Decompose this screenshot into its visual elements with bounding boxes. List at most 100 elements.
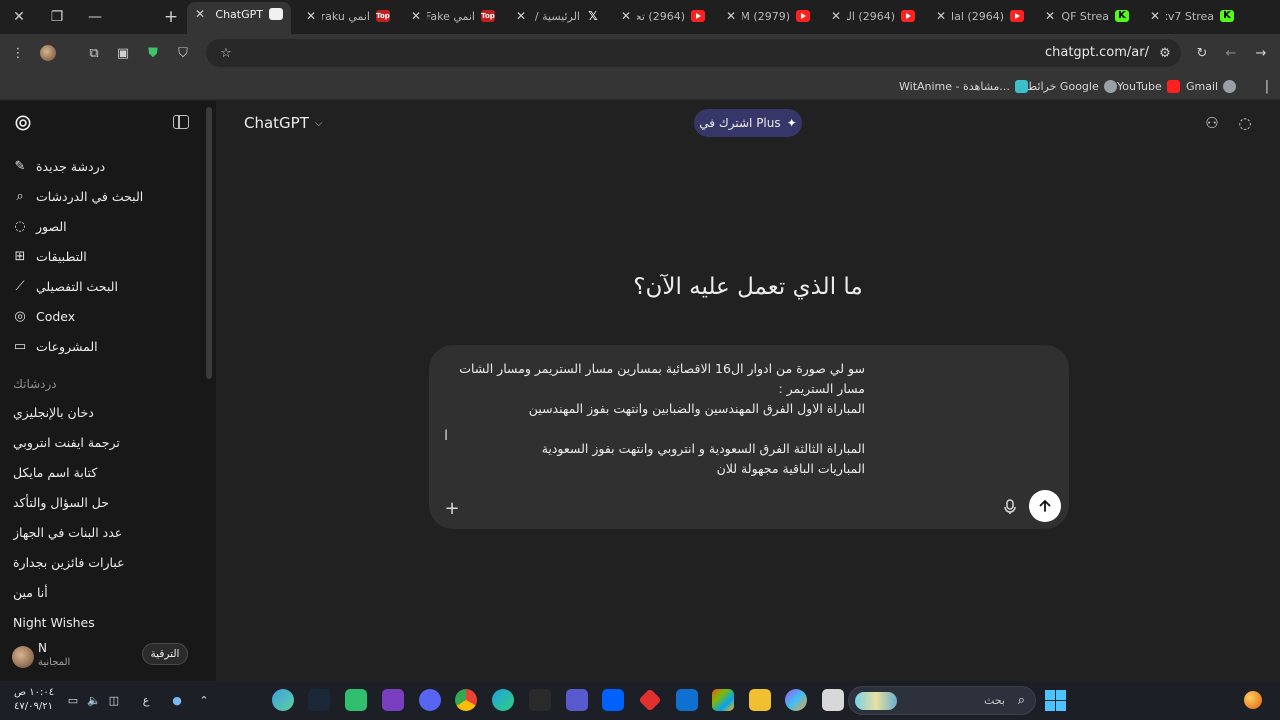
file-explorer-icon[interactable] [749,689,771,711]
tab-kick-1[interactable]: ✕ viiQF Strea K [1037,4,1137,30]
chat-item[interactable]: حل السؤال والتأكد [13,490,203,516]
prompt-input[interactable]: سو لي صورة من ادوار ال16 الاقصائية بمسار… [445,359,865,479]
bookmarks-overflow-icon[interactable]: | [1257,76,1277,96]
copilot-icon[interactable] [785,689,807,711]
network-icon[interactable]: ◫ [107,693,121,707]
chat-item[interactable]: Night Wishes [13,610,203,636]
telescope-icon: ⟋ [15,278,25,294]
tab-close-icon[interactable]: ✕ [1148,9,1162,23]
volume-icon[interactable]: 🔈 [87,693,101,707]
widgets-icon[interactable] [1244,691,1262,709]
tab-close-icon[interactable]: ✕ [934,9,948,23]
bookmark-maps[interactable]: خرائط Google [1027,77,1117,95]
upgrade-plus-button[interactable]: اشترك في Plus ✦ [694,109,802,137]
epic-games-icon[interactable] [529,689,551,711]
sidebar-item-images[interactable]: ◌ الصور [12,212,202,240]
tab-close-icon[interactable]: ✕ [193,7,207,21]
sidebar-scrollbar[interactable] [206,107,212,379]
sidebar-item-new-chat[interactable]: ✎ دردشة جديدة [12,152,202,180]
forward-icon[interactable]: ← [1221,43,1241,63]
bookmark-youtube[interactable]: YouTube [1117,77,1180,95]
app-icon[interactable] [638,688,662,712]
back-icon[interactable]: → [1251,43,1271,63]
sidebar-item-projects[interactable]: ▭ المشروعات [12,332,202,360]
openai-logo-icon[interactable] [13,113,33,133]
chat-item[interactable]: ترجمة ايفنت انتروبي [13,430,203,456]
window-close-icon[interactable]: ✕ [0,0,38,34]
tab-close-icon[interactable]: ✕ [829,9,843,23]
avatar[interactable] [12,646,34,668]
chrome-icon[interactable] [455,689,477,711]
tab-x[interactable]: ✕ الرئيسية / X 𝕏 [508,4,608,30]
tab-kick-2[interactable]: ✕ Nxv7 Strea K [1142,4,1242,30]
mail-icon[interactable] [676,689,698,711]
task-view-icon[interactable] [822,689,844,711]
upgrade-button[interactable]: الترقية [142,643,188,665]
chat-item[interactable]: عدد البنات في الجهاز [13,520,203,546]
tab-youtube-3[interactable]: ✕ (2964) البد [823,4,923,30]
sidebar-toggle-icon[interactable] [173,115,189,129]
tab-close-icon[interactable]: ✕ [304,9,318,23]
user-footer[interactable]: N المجانية الترقية [0,637,216,681]
profile-avatar-icon[interactable] [38,43,58,63]
windows-start-button[interactable] [1045,690,1066,711]
send-button[interactable] [1029,490,1061,522]
extension-icon[interactable]: ▣ [113,43,133,63]
edge-icon[interactable] [492,689,514,711]
microphone-tray-icon[interactable]: ● [170,693,184,707]
chat-item[interactable]: أنا مين [13,580,203,606]
app-icon[interactable] [272,689,294,711]
add-person-icon[interactable]: ⚇ [1203,114,1221,132]
search-icon: ⌕ [1017,693,1025,708]
tab-chatgpt[interactable]: ✕ ChatGPT [187,2,291,34]
app-icon[interactable] [566,689,588,711]
tab-close-icon[interactable]: ✕ [1043,9,1057,23]
bookmark-star-icon[interactable]: ☆ [216,43,236,63]
temporary-chat-icon[interactable]: ◌ [1236,114,1254,132]
tab-close-icon[interactable]: ✕ [619,9,633,23]
store-icon[interactable] [712,689,734,711]
whatsapp-icon[interactable] [345,689,367,711]
dropbox-icon[interactable] [602,689,624,711]
steam-icon[interactable] [308,689,330,711]
sidebar-item-search-chats[interactable]: ⌕ البحث في الدردشات [12,182,202,210]
bookmark-gmail[interactable]: Gmail [1186,77,1237,95]
game-icon[interactable] [382,689,404,711]
microphone-icon[interactable] [1001,497,1019,517]
battery-icon[interactable]: ▭ [66,693,80,707]
chat-item[interactable]: دخان بالإنجليزي [13,400,203,426]
tab-close-icon[interactable]: ✕ [724,9,738,23]
shield-extension-icon[interactable]: ⛊ [143,43,163,63]
taskbar-search[interactable]: بحث ⌕ [848,686,1036,715]
discord-icon[interactable] [419,689,441,711]
add-attachment-button[interactable]: + [441,497,463,519]
tab-youtube-2[interactable]: ✕ (2979) Ya M [718,4,818,30]
window-restore-icon[interactable]: ❐ [38,0,76,34]
model-selector[interactable]: ChatGPT ⌵ [244,114,322,132]
chat-item[interactable]: عبارات فائزين بجدارة [13,550,203,576]
sidebar-item-deep-research[interactable]: ⟋ البحث التفصيلي [12,272,202,300]
prompt-composer[interactable]: سو لي صورة من ادوار ال16 الاقصائية بمسار… [429,345,1069,529]
tab-close-icon[interactable]: ✕ [409,9,423,23]
chat-item[interactable]: كتابة اسم مايكل [13,460,203,486]
tab-youtube-1[interactable]: ✕ (2964) تحد [613,4,713,30]
site-settings-icon[interactable]: ⚙ [1155,43,1175,63]
sidebar-item-codex[interactable]: ◎ Codex [12,302,202,330]
tray-clock[interactable]: ١٠:٠٤ ص ٤٧/٠٩/٢١ [14,686,54,714]
extensions-icon[interactable]: ⧉ [84,43,104,63]
address-bar[interactable]: ☆ chatgpt.com/ar/ ⚙ [206,39,1181,67]
bookmark-witanime[interactable]: WitAnime - مشاهدة... [899,77,1028,95]
tab-youtube-4[interactable]: ✕ (2964) Mal [928,4,1032,30]
sidebar-item-apps[interactable]: ⊞ التطبيقات [12,242,202,270]
window-minimize-icon[interactable]: — [76,0,114,34]
chats-section-title: دردشاتك [13,377,57,391]
new-tab-button[interactable]: + [152,0,190,34]
tab-close-icon[interactable]: ✕ [514,9,528,23]
adblock-extension-icon[interactable]: ⛉ [173,43,193,63]
menu-kebab-icon[interactable]: ⋮ [8,43,28,63]
tab-buraku[interactable]: ✕ انمي Buraku Top [298,4,398,30]
reload-icon[interactable]: ↻ [1192,43,1212,63]
tab-fake[interactable]: ✕ انمي Fake Top [403,4,503,30]
language-indicator[interactable]: ع [139,693,153,707]
chevron-up-icon[interactable]: ⌃ [197,693,211,707]
